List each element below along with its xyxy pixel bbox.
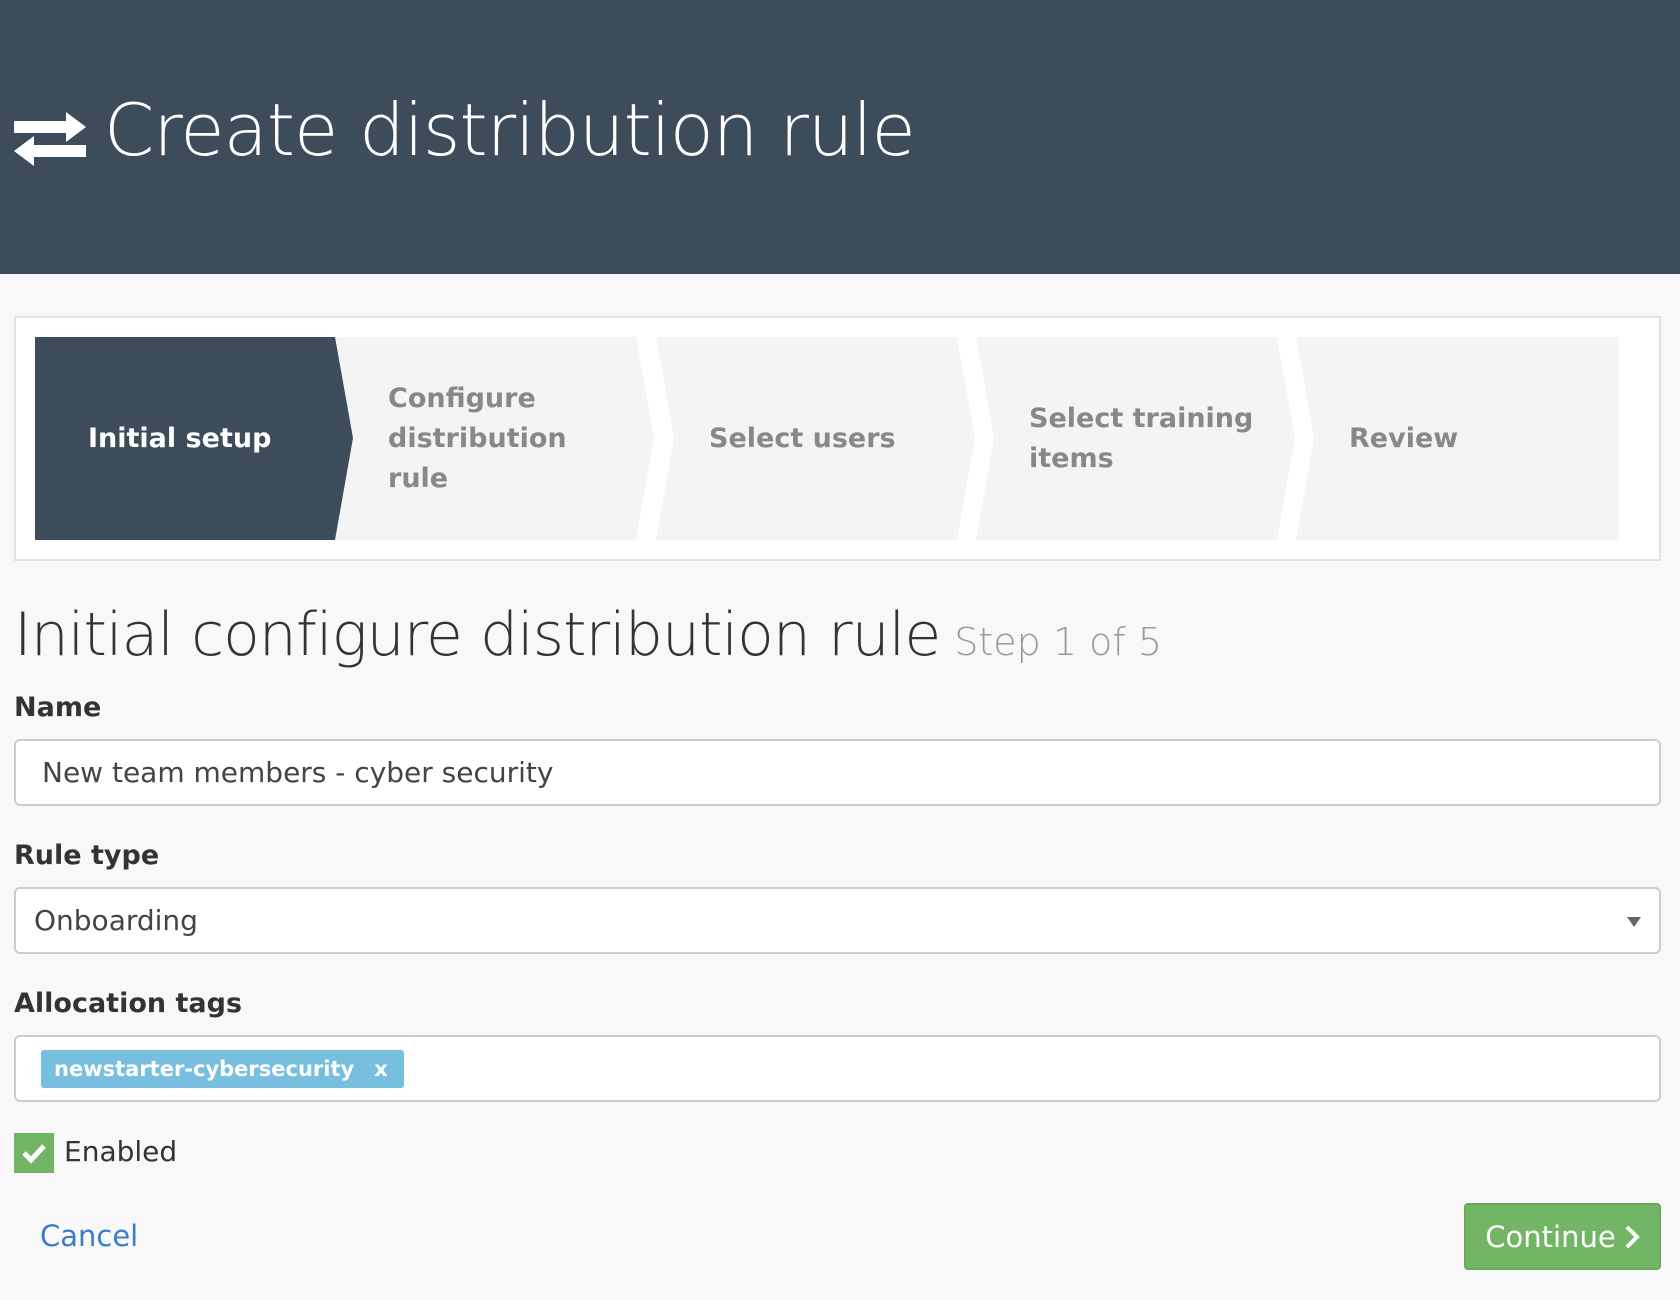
step-initial-setup[interactable]: Initial setup (35, 337, 355, 540)
enabled-label: Enabled (64, 1135, 178, 1168)
tag-chip: newstarter-cybersecurity x (41, 1049, 404, 1088)
section-heading: Initial configure distribution rule Step … (14, 600, 1163, 670)
step-select-training-items[interactable]: Select training items (976, 337, 1315, 540)
cancel-link[interactable]: Cancel (40, 1219, 138, 1253)
chevron-right-icon (1625, 1225, 1640, 1248)
checkmark-icon (22, 1144, 46, 1164)
step-select-users[interactable]: Select users (656, 337, 995, 540)
allocation-tags-input[interactable]: newstarter-cybersecurity x (14, 1035, 1661, 1102)
step-indicator: Step 1 of 5 (954, 620, 1163, 664)
enabled-checkbox[interactable] (14, 1133, 54, 1173)
step-review[interactable]: Review (1296, 337, 1619, 540)
rule-type-label: Rule type (14, 840, 160, 871)
step-configure-distribution-rule[interactable]: Configure distribution rule (335, 337, 674, 540)
name-label: Name (14, 692, 102, 723)
chevron-down-icon (1627, 917, 1641, 927)
exchange-arrows-icon (14, 112, 86, 166)
wizard-stepper: Initial setup Configure distribution rul… (14, 316, 1661, 561)
rule-type-select[interactable]: Onboarding (14, 887, 1661, 954)
page-header: Create distribution rule (0, 0, 1680, 274)
page-title: Create distribution rule (104, 88, 916, 172)
continue-button[interactable]: Continue (1464, 1203, 1661, 1270)
allocation-tags-label: Allocation tags (14, 988, 243, 1019)
name-input[interactable]: New team members - cyber security (14, 739, 1661, 806)
remove-tag-button[interactable]: x (374, 1057, 388, 1081)
